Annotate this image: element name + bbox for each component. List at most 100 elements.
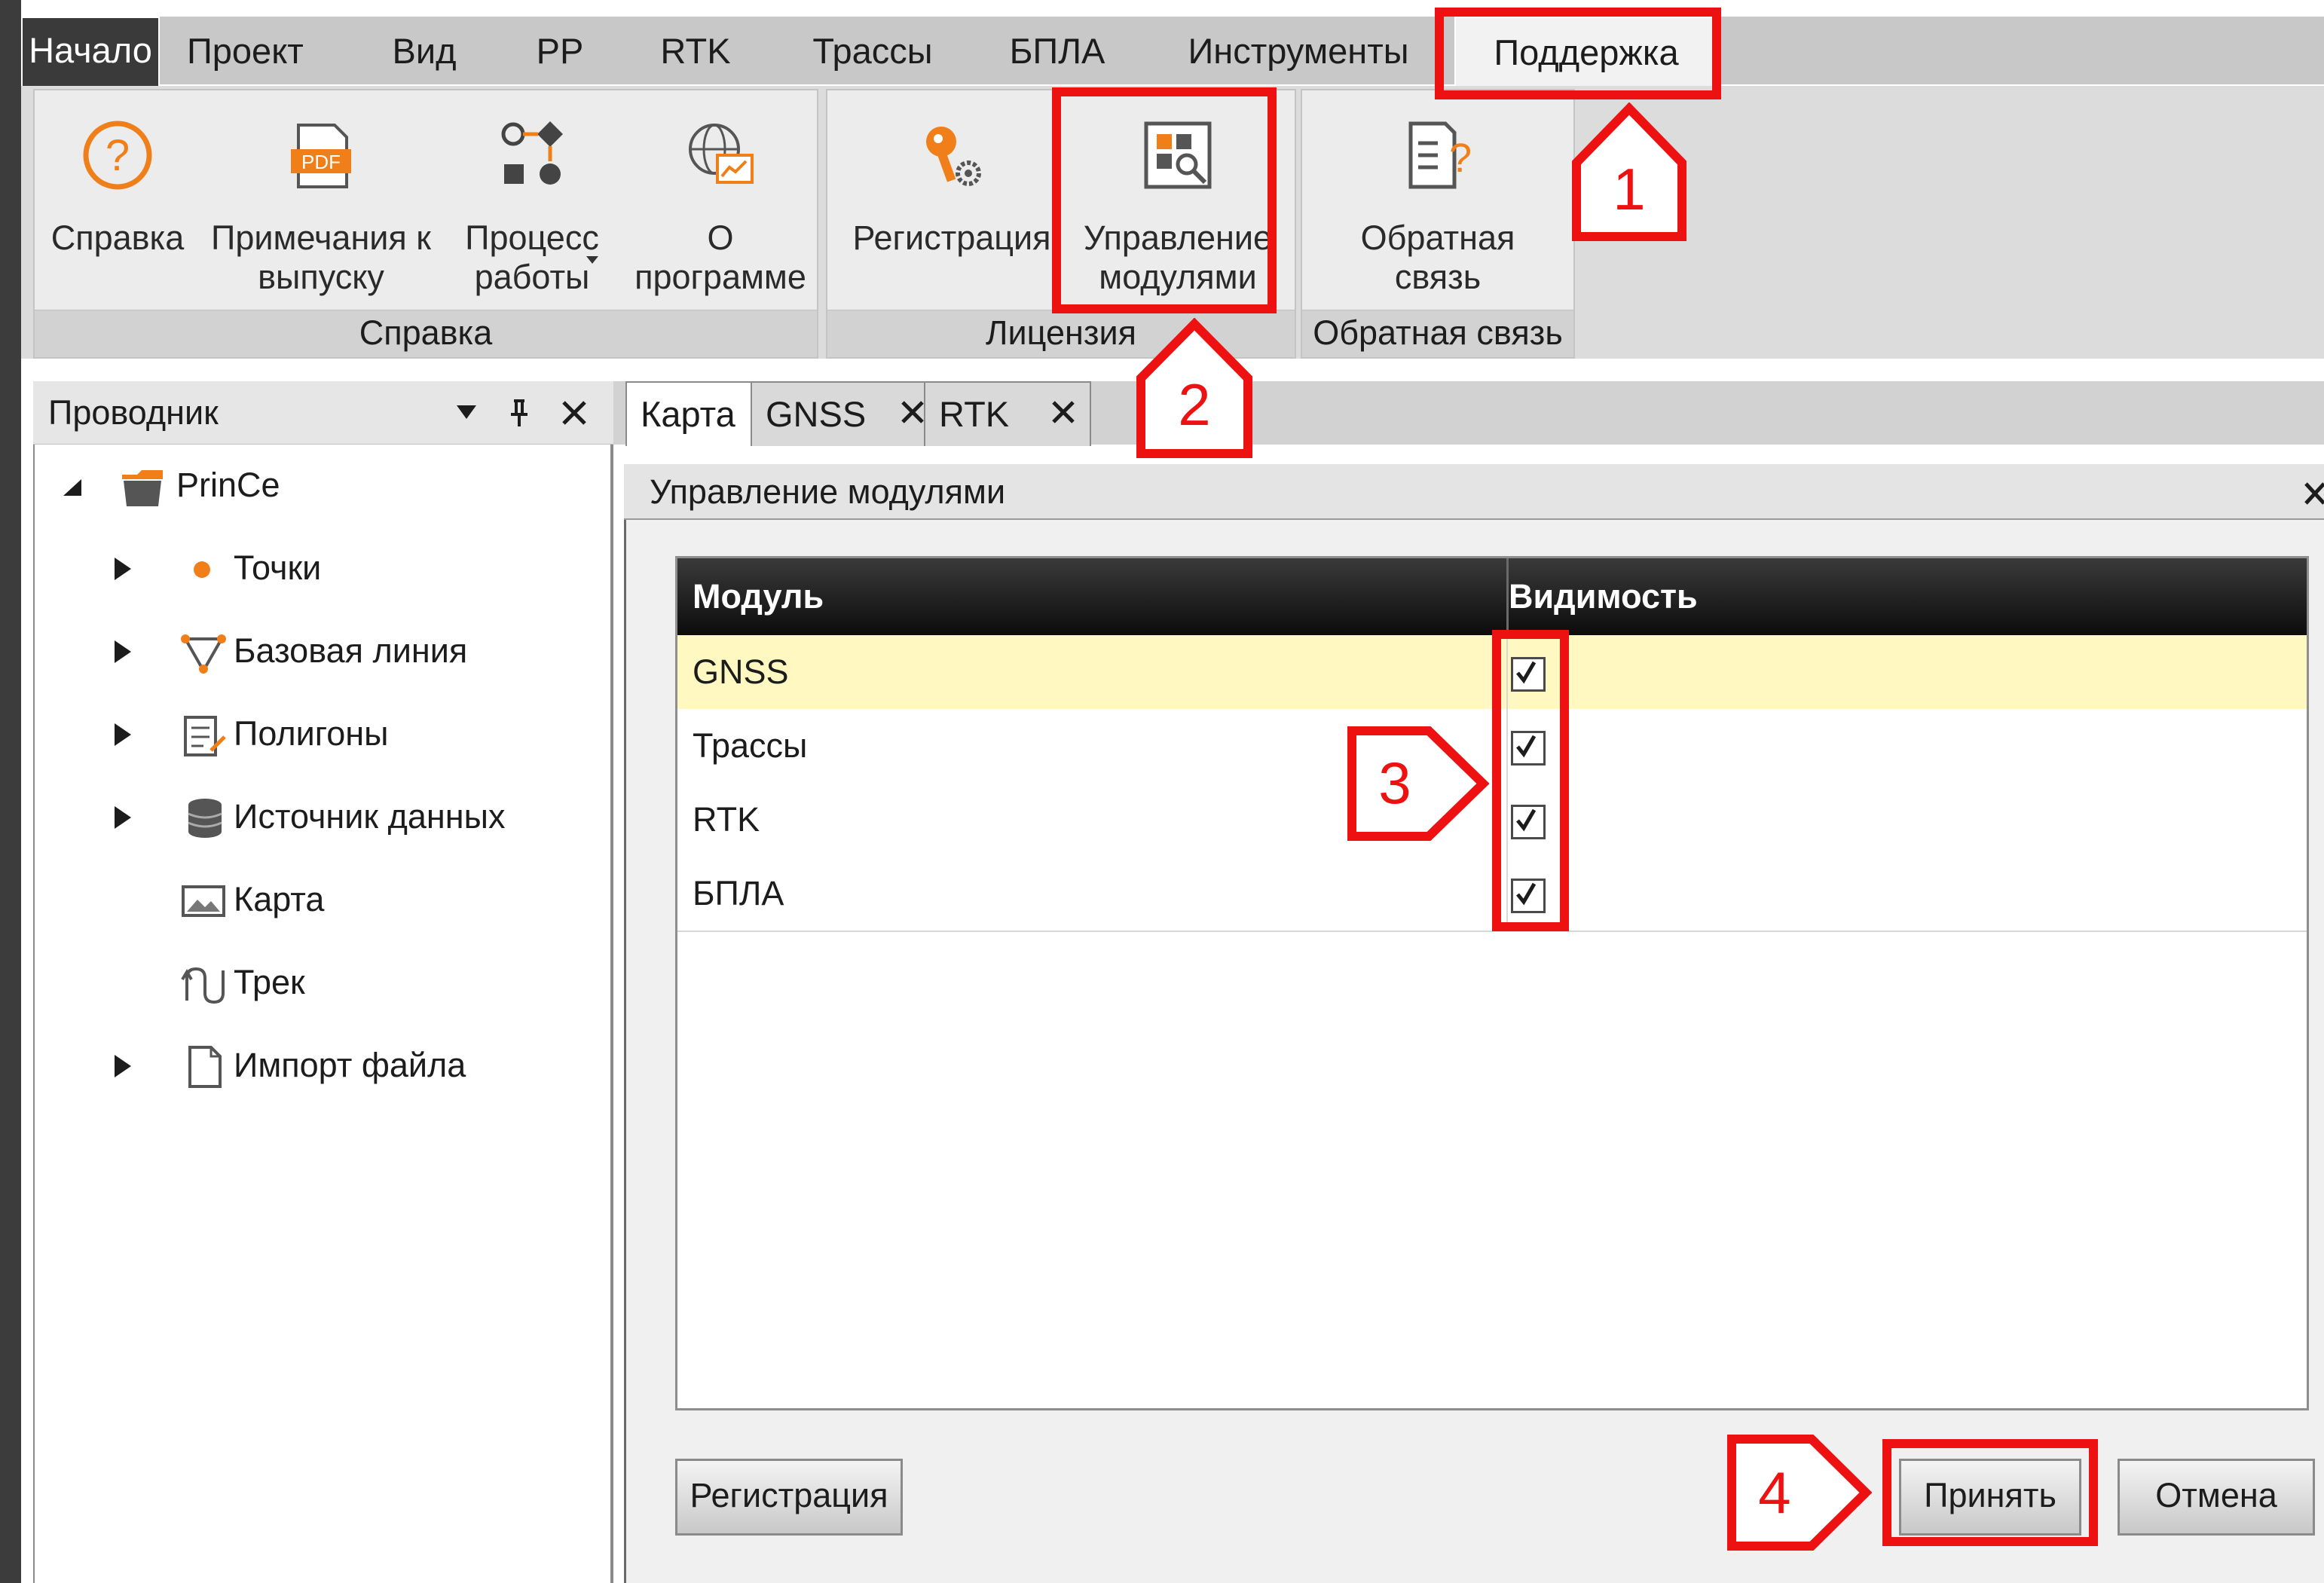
tree-item-polygons[interactable]: Полигоны xyxy=(113,711,565,756)
dialog-title: Управление модулями xyxy=(650,472,1006,511)
explorer-header: Проводник xyxy=(33,381,613,445)
close-icon[interactable] xyxy=(561,399,588,426)
tab-uav[interactable]: БПЛА xyxy=(1001,17,1114,86)
tab-rtk[interactable]: RTK xyxy=(654,17,737,86)
group-help: ? Справка PDF Примечания к выпуску Проце… xyxy=(33,89,818,359)
feedback-label: Обратная связь xyxy=(1360,219,1515,296)
document-tabs: Карта GNSS RTK xyxy=(613,381,2324,446)
key-icon xyxy=(926,127,981,186)
tree-item-import-file[interactable]: Импорт файла xyxy=(113,1043,565,1088)
tab-start[interactable]: Начало xyxy=(21,17,160,89)
globe-icon xyxy=(689,124,754,184)
tab-gnss-label: GNSS xyxy=(766,394,867,434)
highlight-accept-button xyxy=(1882,1439,2098,1546)
dropdown-arrow-icon[interactable] xyxy=(455,404,478,420)
ribbon-tab-strip: Начало Проект Вид PP RTK Трассы БПЛА Инс… xyxy=(21,17,2324,93)
tree-item-label: Точки xyxy=(234,549,322,587)
track-icon xyxy=(181,967,225,1004)
tab-map[interactable]: Карта xyxy=(625,381,767,446)
tree-item-points[interactable]: Точки xyxy=(113,545,565,591)
workflow-button[interactable]: Процесс работы xyxy=(457,98,607,301)
tree-item-label: Импорт файла xyxy=(234,1046,466,1084)
tree-item-label: Карта xyxy=(234,880,325,918)
registration-button[interactable]: Регистрация xyxy=(675,1459,903,1536)
step-2-number: 2 xyxy=(1178,371,1211,438)
highlight-checkboxes xyxy=(1492,630,1569,931)
cancel-button[interactable]: Отмена xyxy=(2118,1459,2315,1536)
column-header-visibility[interactable]: Видимость xyxy=(1494,558,2322,635)
tab-routes[interactable]: Трассы xyxy=(805,17,940,86)
tree-item-track[interactable]: Трек xyxy=(113,960,565,1005)
file-icon xyxy=(188,1046,222,1088)
tree-root[interactable]: PrinCe xyxy=(60,463,362,508)
tab-view[interactable]: Вид xyxy=(383,17,466,86)
tab-map-label: Карта xyxy=(641,394,735,434)
registration-ribbon-button[interactable]: Регистрация xyxy=(850,98,1053,301)
tab-pp[interactable]: PP xyxy=(526,17,594,86)
pin-icon[interactable] xyxy=(508,398,531,428)
module-name: БПЛА xyxy=(677,857,1508,931)
group-feedback: ? Обратная связь Обратная связь xyxy=(1301,89,1575,359)
tree-item-data-source[interactable]: Источник данных xyxy=(113,794,580,839)
collapsed-arrow-icon[interactable] xyxy=(113,805,133,830)
close-icon[interactable] xyxy=(1050,399,1076,425)
baseline-icon xyxy=(181,634,226,674)
svg-text:?: ? xyxy=(1449,136,1472,181)
tab-gnss[interactable]: GNSS xyxy=(751,381,940,446)
svg-text:?: ? xyxy=(105,131,130,180)
tree-root-label: PrinCe xyxy=(176,466,280,504)
registration-ribbon-label: Регистрация xyxy=(852,219,1051,257)
tab-rtk-label: RTK xyxy=(939,394,1010,434)
tree-item-label: Источник данных xyxy=(234,797,506,836)
step-3-number: 3 xyxy=(1378,750,1411,816)
about-label: О программе xyxy=(635,219,806,296)
step-3-callout: 3 xyxy=(1346,723,1489,844)
tab-project[interactable]: Проект xyxy=(187,17,304,86)
step-1-callout: 1 xyxy=(1569,102,1689,243)
group-help-caption: Справка xyxy=(35,310,817,357)
column-header-module[interactable]: Модуль xyxy=(677,558,1509,635)
svg-text:PDF: PDF xyxy=(301,151,341,173)
table-header: Модуль Видимость xyxy=(677,558,2307,635)
close-icon[interactable] xyxy=(2301,478,2324,508)
release-notes-label: Примечания к выпуску xyxy=(211,219,431,296)
collapsed-arrow-icon[interactable] xyxy=(113,722,133,747)
group-feedback-caption: Обратная связь xyxy=(1302,310,1573,357)
point-icon xyxy=(194,561,210,578)
explorer-title: Проводник xyxy=(48,393,219,432)
collapsed-arrow-icon[interactable] xyxy=(113,1053,133,1079)
chevron-down-icon xyxy=(586,256,598,264)
close-icon[interactable] xyxy=(900,399,925,425)
step-4-callout: 4 xyxy=(1726,1432,1872,1554)
step-2-callout: 2 xyxy=(1133,318,1255,460)
feedback-icon: ? xyxy=(1408,121,1472,189)
tree-item-map[interactable]: Карта xyxy=(113,877,565,922)
expanded-arrow-icon[interactable] xyxy=(60,478,83,497)
help-button[interactable]: ? Справка xyxy=(50,98,185,301)
highlight-support-tab xyxy=(1435,8,1721,99)
polygons-icon xyxy=(184,716,226,756)
release-notes-button[interactable]: PDF Примечания к выпуску xyxy=(211,98,431,301)
dialog-title-bar: Управление модулями xyxy=(624,464,2324,520)
about-button[interactable]: О программе xyxy=(635,98,806,301)
module-name: GNSS xyxy=(677,635,1508,709)
tree-item-baseline[interactable]: Базовая линия xyxy=(113,628,565,674)
pdf-icon: PDF xyxy=(291,124,351,188)
workflow-icon xyxy=(501,121,563,185)
step-4-number: 4 xyxy=(1758,1459,1791,1526)
collapsed-arrow-icon[interactable] xyxy=(113,639,133,665)
step-1-number: 1 xyxy=(1613,156,1646,222)
database-icon xyxy=(188,799,222,838)
feedback-button[interactable]: ? Обратная связь xyxy=(1340,98,1536,301)
highlight-module-manager xyxy=(1052,87,1277,313)
tree-item-label: Базовая линия xyxy=(234,631,468,670)
window-frame xyxy=(0,0,21,1583)
tab-tools[interactable]: Инструменты xyxy=(1174,17,1423,86)
tab-rtk-doc[interactable]: RTK xyxy=(924,381,1091,446)
help-icon: ? xyxy=(83,121,152,190)
tree-item-label: Трек xyxy=(234,963,305,1001)
project-folder-icon xyxy=(122,470,163,506)
map-icon xyxy=(182,885,225,917)
tree-item-label: Полигоны xyxy=(234,714,389,753)
collapsed-arrow-icon[interactable] xyxy=(113,556,133,582)
